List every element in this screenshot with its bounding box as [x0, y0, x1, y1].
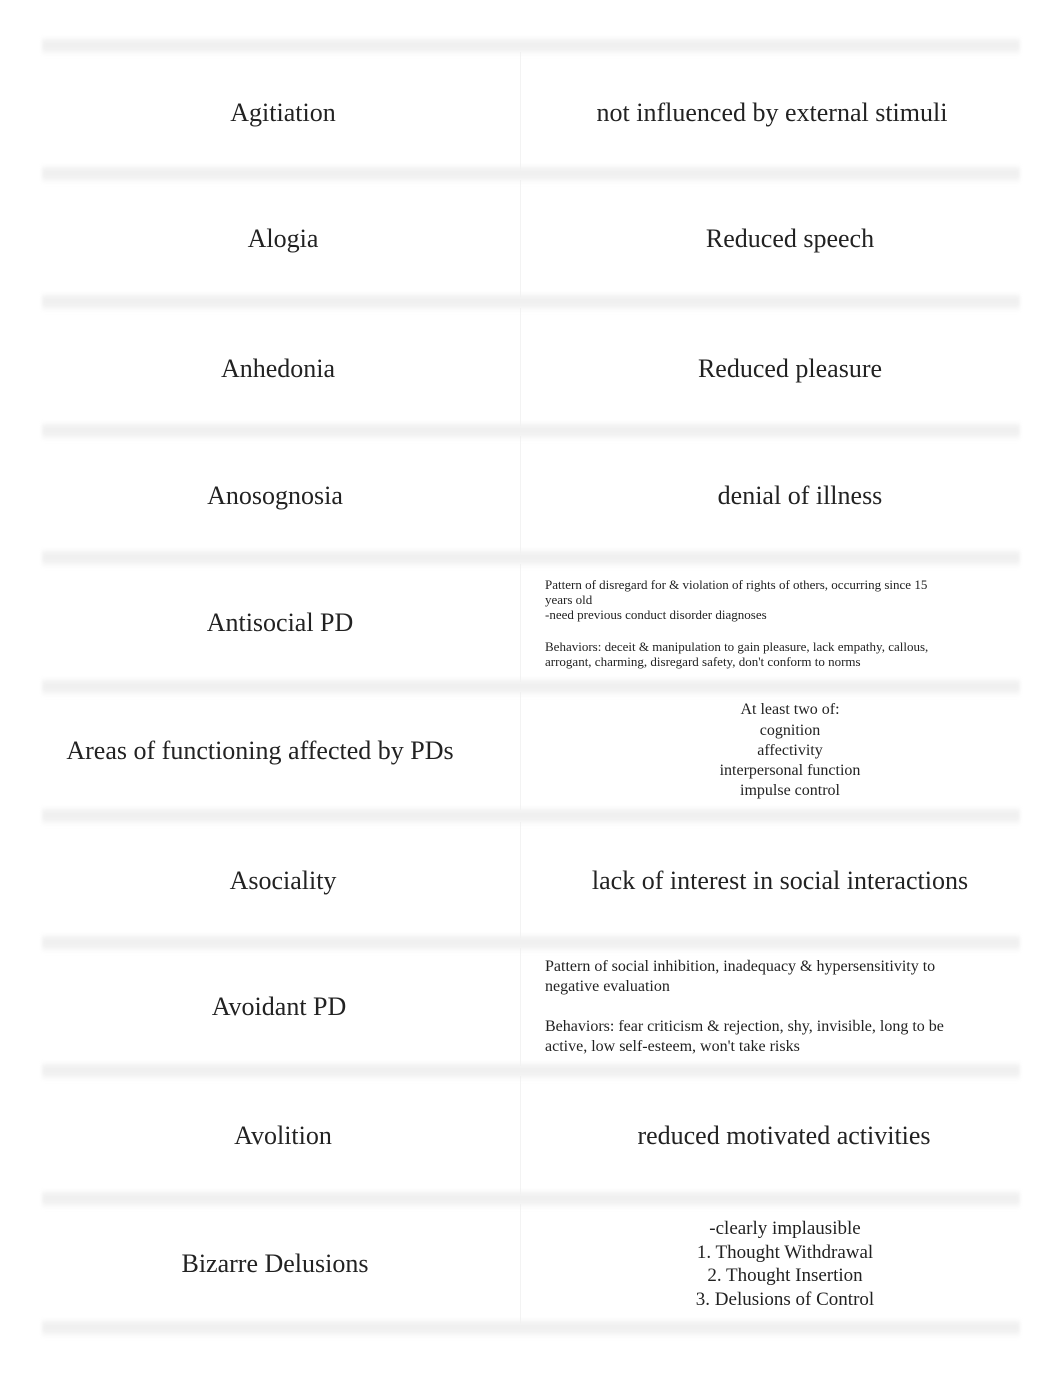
- row-divider: [42, 1318, 1020, 1338]
- definition-line: -clearly implausible: [709, 1218, 861, 1239]
- definition-cell: denial of illness: [717, 481, 883, 511]
- definition-cell: reduced motivated activities: [637, 1121, 931, 1151]
- term-cell: Avoidant PD: [211, 992, 347, 1022]
- definition-cell: -clearly implausible 1. Thought Withdraw…: [537, 1204, 1033, 1324]
- definition-line: -need previous conduct disorder diagnose…: [545, 607, 767, 622]
- definition-cell: Pattern of social inhibition, inadequacy…: [524, 948, 945, 1066]
- flashcard-row: Anhedonia Reduced pleasure: [42, 308, 1020, 430]
- flashcard-row: Alogia Reduced speech: [42, 180, 1020, 298]
- column-divider: [520, 948, 521, 1066]
- flashcard-row: Asociality lack of interest in social in…: [42, 822, 1020, 940]
- definition-cell: Pattern of disregard for & violation of …: [524, 564, 945, 682]
- definition-line: affectivity: [757, 741, 823, 759]
- column-divider: [520, 1204, 521, 1324]
- flashcard-row: Anosognosia denial of illness: [42, 436, 1020, 556]
- column-divider: [520, 436, 521, 556]
- definition-line: Behaviors: fear criticism & rejection, s…: [545, 1017, 944, 1056]
- term-cell: Antisocial PD: [206, 608, 354, 638]
- flashcard-row: Agitiation not influenced by external st…: [42, 52, 1020, 174]
- flashcard-row: Areas of functioning affected by PDs At …: [42, 692, 1020, 810]
- definition-cell: Reduced speech: [705, 224, 875, 254]
- column-divider: [520, 308, 521, 430]
- term-cell: Avolition: [234, 1121, 332, 1151]
- term-cell: Anosognosia: [207, 481, 343, 511]
- term-cell: Areas of functioning affected by PDs: [66, 736, 454, 766]
- term-cell: Alogia: [247, 224, 319, 254]
- term-cell: Agitiation: [230, 98, 336, 128]
- definition-line: Pattern of social inhibition, inadequacy…: [545, 957, 936, 996]
- definition-line: cognition: [759, 721, 821, 739]
- term-cell: Bizarre Delusions: [181, 1249, 369, 1279]
- definition-line: interpersonal function: [719, 762, 861, 780]
- definition-line: 1. Thought Withdrawal: [696, 1241, 874, 1263]
- flashcard-row: Avoidant PD Pattern of social inhibition…: [42, 948, 1020, 1066]
- term-cell: Asociality: [229, 866, 337, 896]
- column-divider: [520, 692, 521, 810]
- definition-cell: Reduced pleasure: [697, 354, 883, 384]
- definition-cell: At least two of: cognition affectivity i…: [542, 692, 1038, 810]
- definition-line: Pattern of disregard for & violation of …: [545, 577, 928, 607]
- term-cell: Anhedonia: [220, 354, 336, 384]
- flashcard-row: Avolition reduced motivated activities: [42, 1076, 1020, 1196]
- definition-line: 2. Thought Insertion: [707, 1265, 863, 1286]
- definition-line: impulse control: [740, 782, 840, 800]
- definition-line: Behaviors: deceit & manipulation to gain…: [545, 639, 929, 669]
- definition-line: At least two of:: [740, 701, 840, 719]
- definition-cell: not influenced by external stimuli: [596, 98, 948, 128]
- definition-line: 3. Delusions of Control: [695, 1288, 875, 1310]
- flashcard-row: Bizarre Delusions -clearly implausible 1…: [42, 1204, 1020, 1324]
- flashcard-row: Antisocial PD Pattern of disregard for &…: [42, 564, 1020, 682]
- definition-cell: lack of interest in social interactions: [591, 866, 969, 896]
